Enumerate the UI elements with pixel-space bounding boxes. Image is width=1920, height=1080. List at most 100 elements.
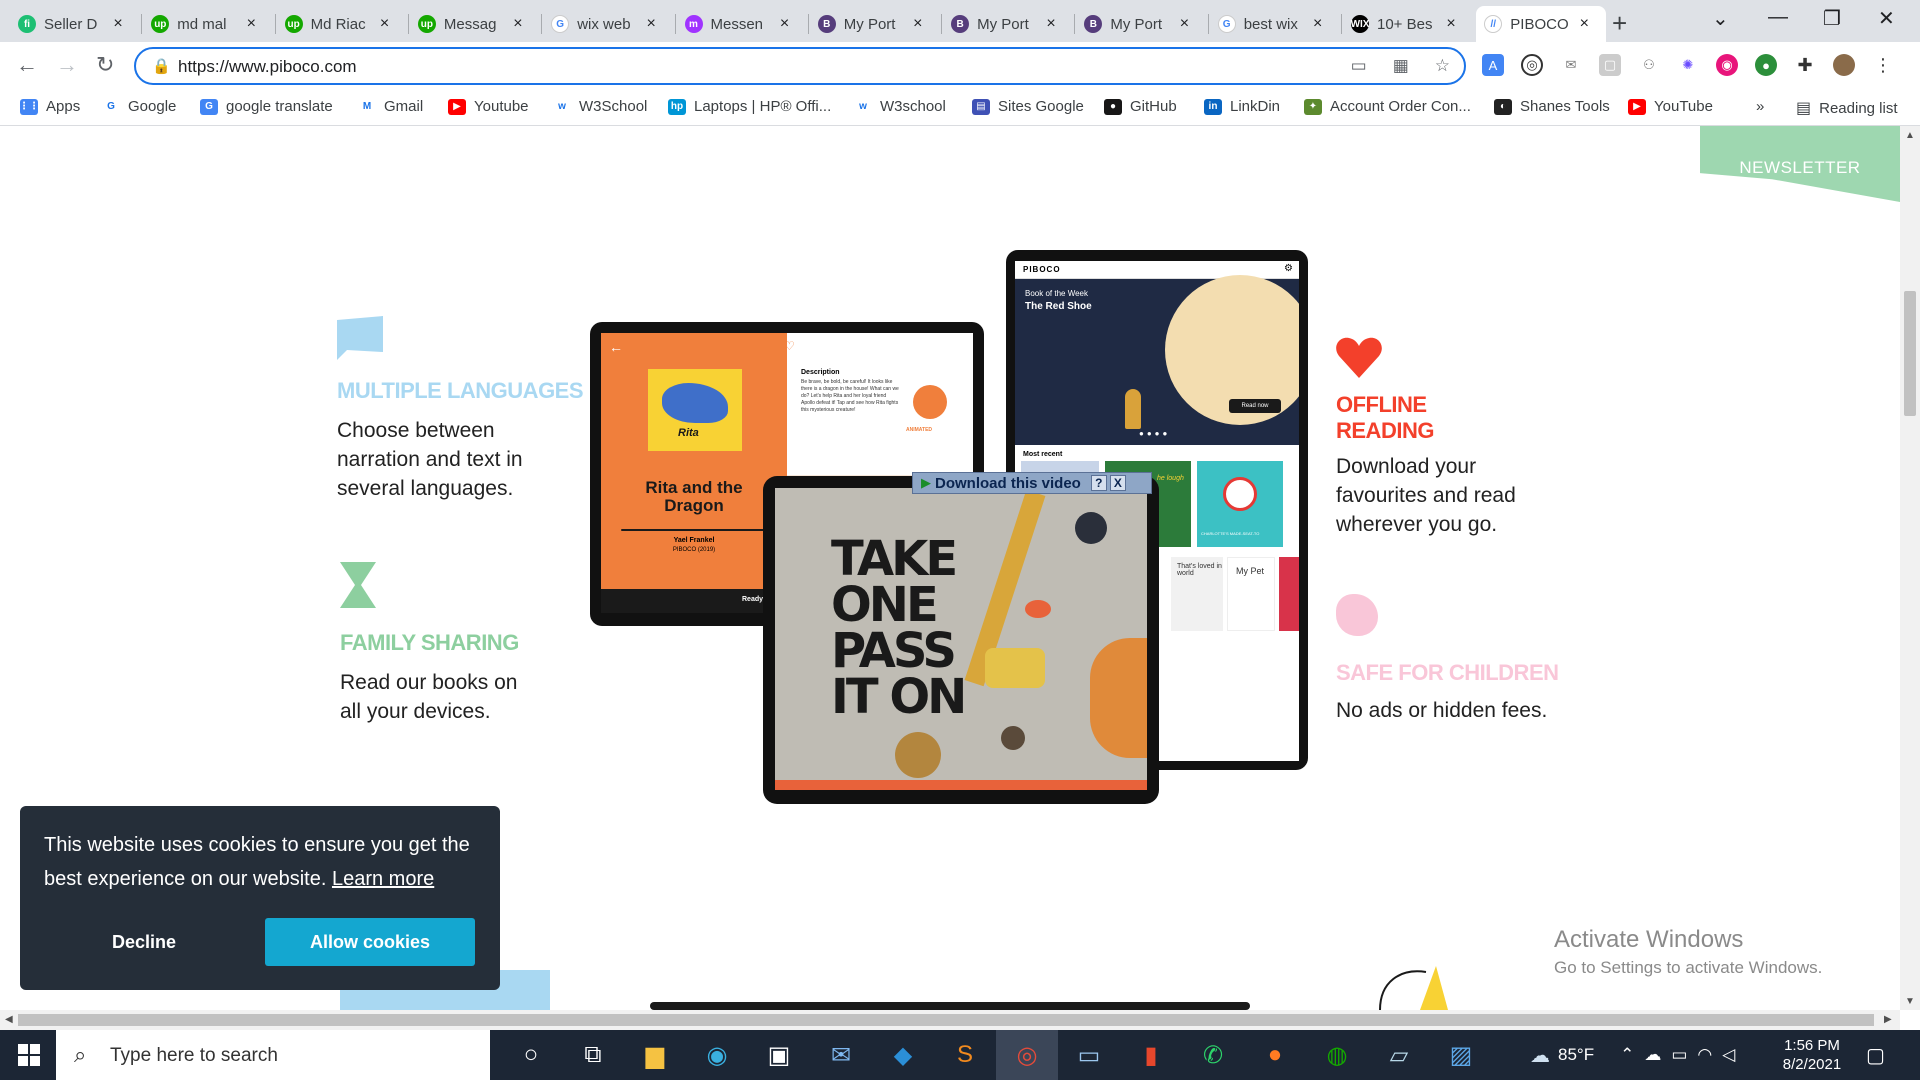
scroll-up-arrow[interactable]: ▲ [1905, 130, 1915, 141]
favorite-heart-icon[interactable]: ♡ [784, 339, 795, 353]
clipboard-extension-icon[interactable]: ▢ [1599, 54, 1621, 76]
bookmark-item[interactable]: in LinkDin [1204, 98, 1280, 115]
download-video-bar[interactable]: ▶ Download this video ? X [912, 472, 1152, 494]
close-tab-icon[interactable]: × [377, 15, 393, 33]
browser-tab[interactable]: B My Port × [810, 6, 939, 42]
mail-extension-icon[interactable]: ✉ [1560, 54, 1582, 76]
browser-tab-title[interactable]: best wix [1244, 16, 1302, 33]
chrome-menu-icon[interactable]: ⋮ [1872, 54, 1894, 76]
bookmark-item[interactable]: hp Laptops | HP® Offi... [668, 98, 831, 115]
close-tab-icon[interactable]: × [910, 15, 926, 33]
bookmark-item[interactable]: ▤ Sites Google [972, 98, 1084, 115]
scroll-left-arrow[interactable]: ◀ [5, 1014, 13, 1025]
cortana-icon[interactable]: ○ [500, 1030, 562, 1080]
carousel-dots[interactable]: ●●●● [1139, 429, 1170, 438]
cookie-learn-more-link[interactable]: Learn more [332, 868, 434, 890]
reading-list-button[interactable]: ▤ Reading list [1796, 98, 1898, 118]
globe-extension-icon[interactable]: ● [1755, 54, 1777, 76]
browser-tab[interactable]: WIX 10+ Bes × [1343, 6, 1472, 42]
translate-extension-icon[interactable]: A [1482, 54, 1504, 76]
onedrive-icon[interactable]: ☁ [1644, 1045, 1661, 1065]
bookmark-item[interactable]: ◐ Shanes Tools [1494, 98, 1610, 115]
settings-gear-icon[interactable]: ⚙ [1284, 263, 1293, 274]
browser-tab-title[interactable]: md mal [177, 16, 235, 33]
chrome-browser-icon[interactable]: ◎ [996, 1030, 1058, 1080]
browser-tab-title[interactable]: Messen [711, 16, 769, 33]
weather-cloud-icon[interactable]: ☁ [1530, 1043, 1550, 1068]
close-tab-icon[interactable]: × [1310, 15, 1326, 33]
bookmark-item[interactable]: ⋮⋮ Apps [19, 98, 80, 115]
browser-tab-title[interactable]: 10+ Bes [1377, 16, 1435, 33]
edge-browser-icon[interactable]: ◉ [686, 1030, 748, 1080]
back-arrow-icon[interactable]: ← [609, 339, 623, 355]
bookmark-item[interactable]: G Google [102, 98, 176, 115]
download-help-button[interactable]: ? [1090, 475, 1107, 491]
bookmark-star-icon[interactable]: ☆ [1435, 56, 1450, 76]
taskbar-clock[interactable]: 1:56 PM 8/2/2021 [1762, 1036, 1862, 1074]
browser-tab[interactable]: Gbest wix × [1210, 6, 1339, 42]
volume-icon[interactable]: ◁ [1722, 1045, 1735, 1065]
close-window-button[interactable]: ✕ [1878, 6, 1895, 31]
address-url[interactable]: https://www.piboco.com [178, 57, 357, 77]
browser-tab[interactable]: fi Seller D × [10, 6, 139, 42]
cast-icon[interactable]: ▭ [1351, 56, 1367, 76]
bookmark-item[interactable]: Ggoogle translate [200, 98, 333, 115]
vertical-scrollbar[interactable]: ▲ ▼ [1900, 126, 1920, 1010]
puzzle-extensions-icon[interactable]: ✚ [1794, 54, 1816, 76]
vscode-icon[interactable]: ◆ [872, 1030, 934, 1080]
book-thumbnail[interactable]: CHARLOTTE'S MADE-SEAT-TO [1197, 461, 1283, 547]
cookie-decline-button[interactable]: Decline [44, 918, 244, 966]
firefox-icon[interactable]: ● [1244, 1030, 1306, 1080]
bookmark-item[interactable]: ▶ Youtube [448, 98, 529, 115]
tab-search-icon[interactable]: ⌄ [1712, 6, 1729, 31]
notification-center-icon[interactable]: ▢ [1866, 1030, 1885, 1080]
browser-tab[interactable]: up md mal × [143, 6, 272, 42]
battery-icon[interactable]: ▭ [1671, 1045, 1687, 1065]
browser-tab-title[interactable]: Messag [444, 16, 502, 33]
close-tab-icon[interactable]: × [1576, 15, 1592, 33]
sparkle-extension-icon[interactable]: ✺ [1677, 54, 1699, 76]
browser-tab-title[interactable]: My Port [1110, 16, 1168, 33]
cookie-allow-button[interactable]: Allow cookies [265, 918, 475, 966]
book-thumbnail[interactable]: That's loved in world [1171, 557, 1223, 631]
office-icon[interactable]: ▮ [1120, 1030, 1182, 1080]
close-tab-icon[interactable]: × [1443, 15, 1459, 33]
browser-tab[interactable]: up Md Riac × [277, 6, 406, 42]
book-thumbnail[interactable] [1279, 557, 1299, 631]
network-extension-icon[interactable]: ⚇ [1638, 54, 1660, 76]
reload-button[interactable]: ↻ [96, 52, 114, 78]
sublime-text-icon[interactable]: S [934, 1030, 996, 1080]
browser-tab-title[interactable]: My Port [977, 16, 1035, 33]
back-button[interactable]: ← [16, 52, 38, 78]
show-hidden-icons-icon[interactable]: ⌃ [1620, 1045, 1634, 1065]
wifi-icon[interactable]: ◠ [1697, 1045, 1712, 1065]
remote-desktop-icon[interactable]: ▭ [1058, 1030, 1120, 1080]
notepad-icon[interactable]: ▱ [1368, 1030, 1430, 1080]
book-thumbnail[interactable]: My Pet [1227, 557, 1275, 631]
microsoft-store-icon[interactable]: ▣ [748, 1030, 810, 1080]
browser-tab[interactable]: up Messag × [410, 6, 539, 42]
close-tab-icon[interactable]: × [777, 15, 793, 33]
profile-avatar[interactable] [1833, 54, 1855, 76]
bookmark-item[interactable]: w W3School [553, 98, 647, 115]
windows-start-icon[interactable] [18, 1044, 40, 1066]
close-tab-icon[interactable]: × [243, 15, 259, 33]
forward-button[interactable]: → [56, 52, 78, 78]
bookmarks-more-button[interactable]: » [1756, 98, 1764, 115]
horizontal-scrollbar[interactable]: ◀ ▶ [0, 1010, 1900, 1030]
download-close-button[interactable]: X [1109, 475, 1126, 491]
browser-tab[interactable]: B My Port × [1076, 6, 1205, 42]
newsletter-tab[interactable]: NEWSLETTER [1700, 126, 1900, 202]
taskbar-search-box[interactable]: ⌕ Type here to search [56, 1030, 490, 1080]
qr-code-icon[interactable]: ▦ [1393, 56, 1409, 76]
browser-tab[interactable]: m Messen × [677, 6, 806, 42]
browser-tab[interactable]: Gwix web × [543, 6, 672, 42]
bookmark-item[interactable]: ▶ YouTube [1628, 98, 1713, 115]
browser-tab-title[interactable]: Seller D [44, 16, 102, 33]
browser-tab-title[interactable]: My Port [844, 16, 902, 33]
scroll-down-arrow[interactable]: ▼ [1905, 996, 1915, 1007]
close-tab-icon[interactable]: × [643, 15, 659, 33]
restore-button[interactable]: ❐ [1823, 6, 1841, 31]
horizontal-scroll-thumb[interactable] [18, 1014, 1874, 1026]
vertical-scroll-thumb[interactable] [1904, 291, 1916, 416]
